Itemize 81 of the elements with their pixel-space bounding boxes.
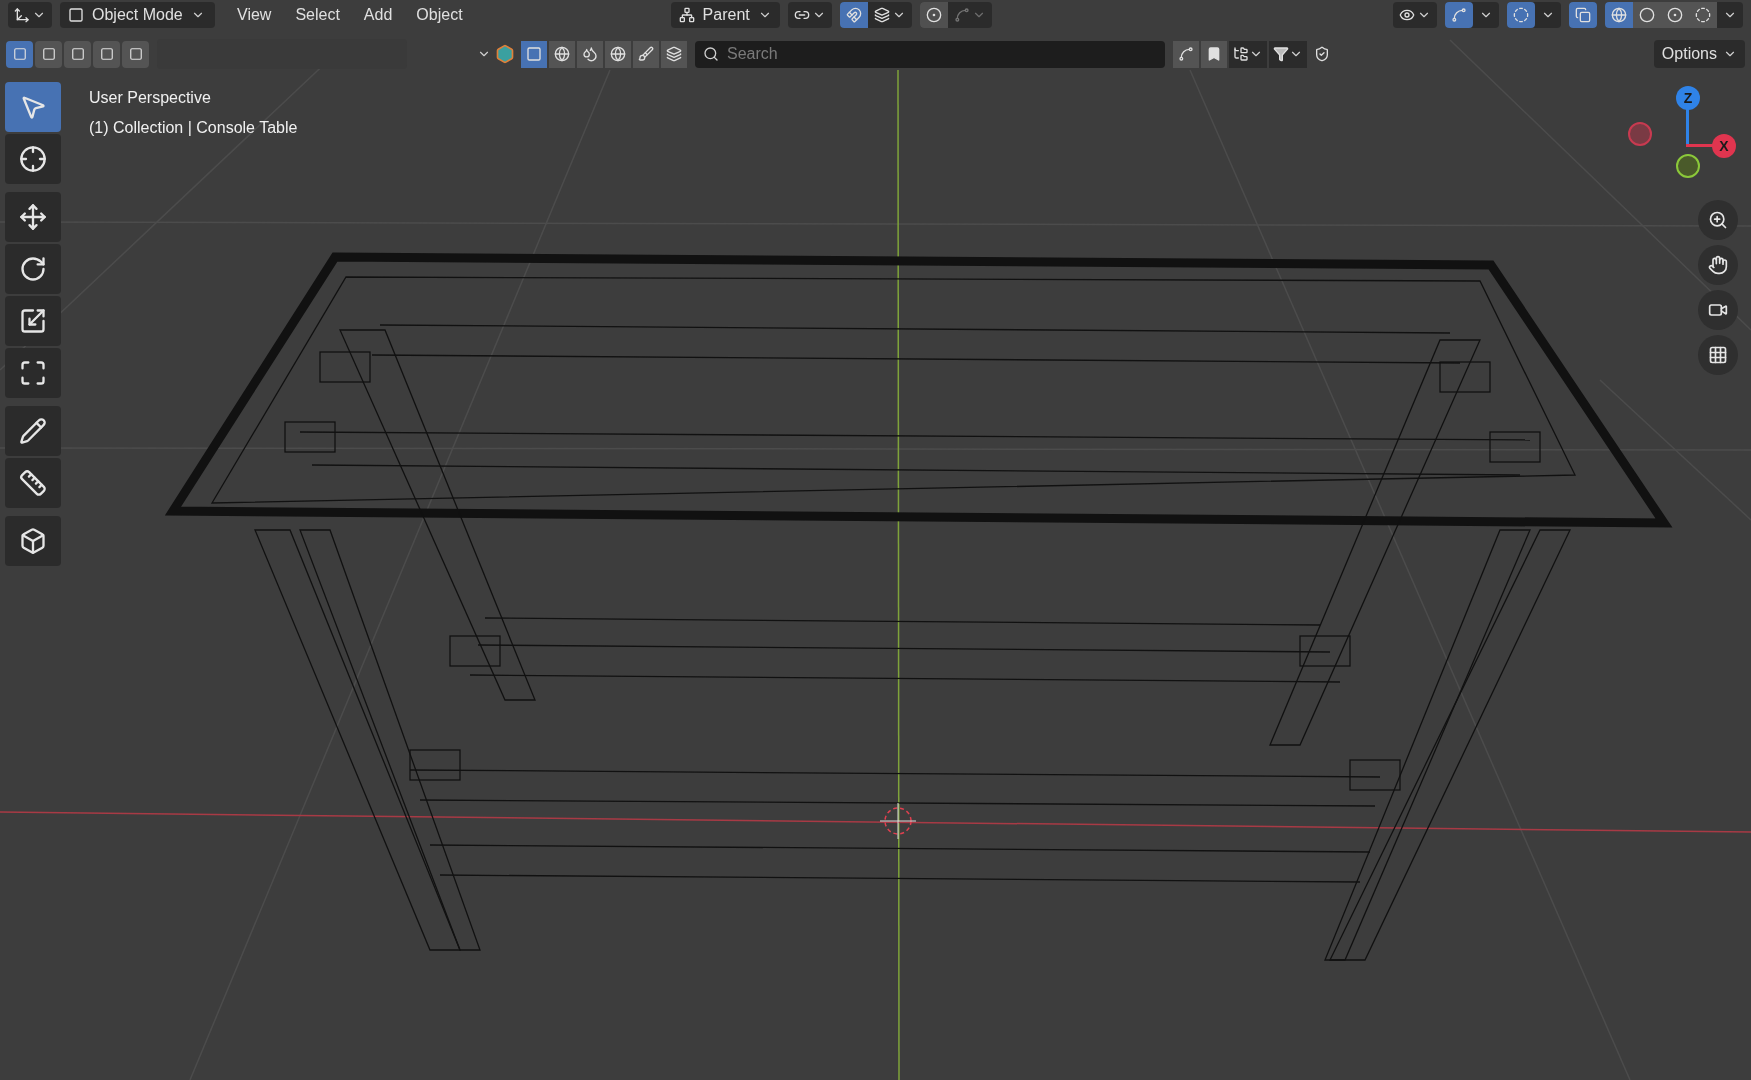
hand-icon <box>1708 255 1728 275</box>
move-icon <box>19 203 47 231</box>
shading-mode-button[interactable] <box>1633 2 1661 28</box>
arc-icon <box>1178 46 1194 62</box>
negative-x-axis-icon <box>1628 122 1652 146</box>
zoom-button[interactable] <box>1698 200 1738 240</box>
cube-icon <box>19 527 47 555</box>
filter-toggle[interactable] <box>633 40 659 68</box>
view-name-label: User Perspective <box>89 88 212 108</box>
pan-button[interactable] <box>1698 245 1738 285</box>
select-mode-button[interactable] <box>64 40 91 68</box>
menu-item[interactable]: Object <box>406 2 473 28</box>
tool-button[interactable] <box>5 134 61 184</box>
xray-toggle[interactable] <box>1569 2 1597 28</box>
select-mode-button[interactable] <box>35 40 62 68</box>
object-mode-icon <box>68 7 84 23</box>
axis-handle[interactable]: Z <box>1676 86 1700 110</box>
grid-icon <box>1708 345 1728 365</box>
shading-mode-button[interactable] <box>1605 2 1633 28</box>
ruler-icon <box>19 469 47 497</box>
shield-icon <box>1314 46 1330 62</box>
filter-dropdown[interactable] <box>1269 40 1307 68</box>
hierarchy-icon <box>1233 46 1249 62</box>
magnet-icon <box>845 7 862 23</box>
snap-toggle[interactable] <box>839 2 868 28</box>
globe-icon <box>554 46 570 62</box>
axis-handle[interactable]: X <box>1712 134 1736 158</box>
hierarchy-dropdown[interactable] <box>1229 40 1267 68</box>
tool-button[interactable] <box>5 296 61 346</box>
wireframe-shading-icon <box>1611 7 1627 23</box>
shading-mode-button[interactable] <box>1689 2 1717 28</box>
filter-icon <box>1273 46 1289 62</box>
filter-toggle[interactable] <box>605 40 631 68</box>
menu-item[interactable]: View <box>227 2 282 28</box>
menu-item[interactable]: Select <box>285 2 350 28</box>
overlay-toggle[interactable] <box>1507 2 1535 28</box>
pencil-icon <box>19 417 47 445</box>
tool-button[interactable] <box>5 244 61 294</box>
filter-toggle[interactable] <box>661 40 687 68</box>
mode-dropdown[interactable]: Object Mode <box>60 2 215 28</box>
tool-button[interactable] <box>5 516 61 566</box>
globe-icon <box>610 46 626 62</box>
menu-item[interactable]: Add <box>353 2 403 28</box>
proportional-edit-toggle[interactable] <box>919 2 948 28</box>
y-axis-icon <box>1676 154 1700 178</box>
pivot-dropdown[interactable]: Parent <box>670 2 780 28</box>
eye-icon <box>1399 7 1415 23</box>
filter-toggle[interactable] <box>577 40 603 68</box>
options-dropdown[interactable]: Options <box>1653 40 1745 68</box>
editor-type-button[interactable] <box>8 2 52 28</box>
transform-orientation-button[interactable] <box>787 2 832 28</box>
visibility-dropdown[interactable] <box>1393 2 1437 28</box>
tool-button[interactable] <box>5 348 61 398</box>
brush-icon <box>638 46 654 62</box>
select-mode-button[interactable] <box>6 40 33 68</box>
square-icon <box>526 46 542 62</box>
select-mode-button[interactable] <box>93 40 120 68</box>
bookmark-button[interactable] <box>1201 40 1227 68</box>
hexagon-icon <box>495 44 515 64</box>
tool-button[interactable] <box>5 458 61 508</box>
camera-view-button[interactable] <box>1698 290 1738 330</box>
filter-toggle[interactable] <box>549 40 575 68</box>
filter-toggle[interactable] <box>521 40 547 68</box>
select-mode-button[interactable] <box>122 40 149 68</box>
tool-button[interactable] <box>5 192 61 242</box>
tool-button[interactable] <box>5 406 61 456</box>
search-field[interactable]: Search <box>695 40 1165 68</box>
pivot-icon <box>678 7 695 23</box>
rotate-icon <box>19 255 47 283</box>
zoom-icon <box>1708 210 1728 230</box>
search-icon <box>703 45 719 62</box>
gizmo-toggle[interactable] <box>1445 2 1473 28</box>
ortho-toggle-button[interactable] <box>1698 335 1738 375</box>
cursor-icon <box>19 145 47 173</box>
filter-arc-button[interactable] <box>1173 40 1199 68</box>
bookmark-icon <box>1206 46 1222 62</box>
drops-icon <box>582 46 598 62</box>
3d-cursor-icon <box>879 802 917 840</box>
layers-icon <box>666 46 682 62</box>
object-info-label: (1) Collection | Console Table <box>89 118 298 138</box>
scale-icon <box>19 307 47 335</box>
